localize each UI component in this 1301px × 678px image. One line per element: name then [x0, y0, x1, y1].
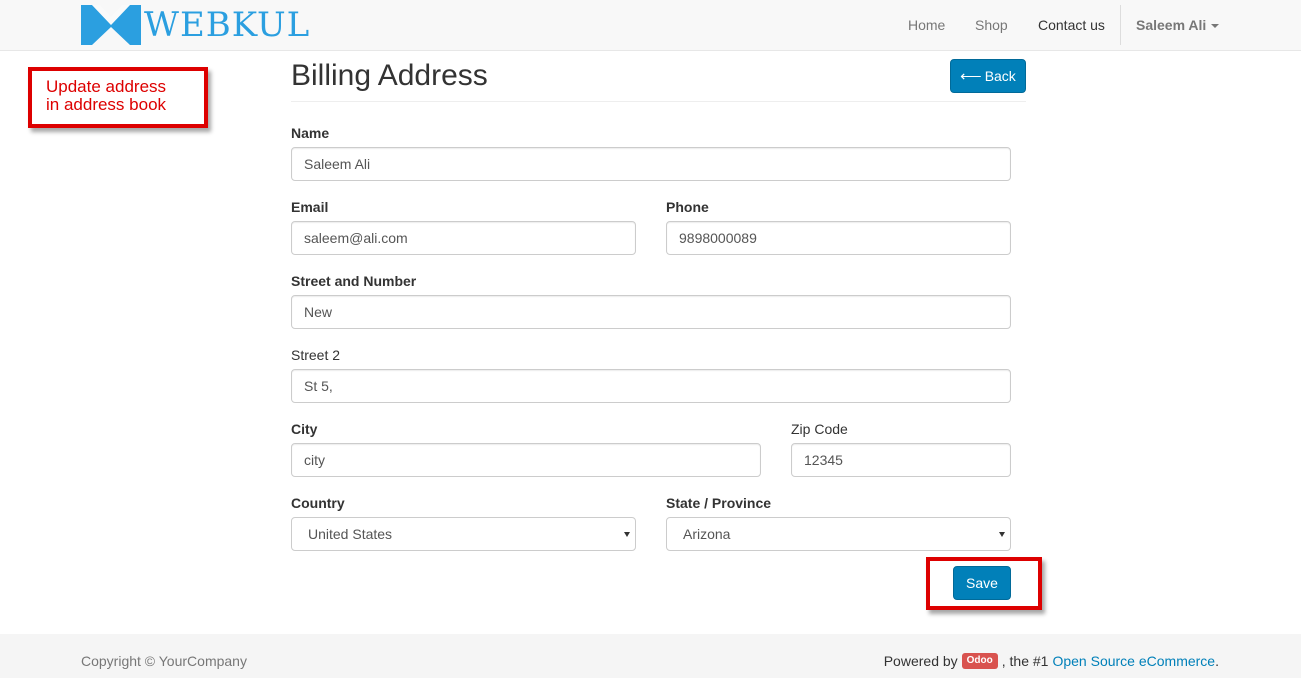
- name-field[interactable]: Saleem Ali: [291, 147, 1011, 181]
- logo-text: WEBKUL: [144, 5, 311, 45]
- page-title: Billing Address: [291, 59, 488, 92]
- state-select[interactable]: Arizona: [666, 517, 1011, 551]
- street-field[interactable]: New: [291, 295, 1011, 329]
- annotation-line-2: in address book: [46, 95, 167, 114]
- odoo-badge[interactable]: Odoo: [961, 653, 998, 669]
- powered-suffix: .: [1215, 653, 1219, 669]
- nav-item-shop[interactable]: Shop: [975, 0, 1008, 50]
- arrow-left-icon: ⟵: [960, 68, 982, 85]
- back-button[interactable]: ⟵ Back: [950, 59, 1026, 93]
- zip-field[interactable]: 12345: [791, 443, 1011, 477]
- nav-item-contact[interactable]: Contact us: [1038, 0, 1105, 50]
- webkul-logo-icon: [81, 5, 141, 45]
- save-button[interactable]: Save: [953, 566, 1011, 600]
- phone-field[interactable]: 9898000089: [666, 221, 1011, 255]
- email-field[interactable]: saleem@ali.com: [291, 221, 636, 255]
- user-menu-link[interactable]: Saleem Ali: [1136, 17, 1220, 33]
- powered-middle: , the #1: [1001, 653, 1049, 669]
- country-select[interactable]: United States: [291, 517, 636, 551]
- webkul-logo[interactable]: WEBKUL: [81, 5, 310, 45]
- user-menu[interactable]: Saleem Ali: [1136, 0, 1220, 50]
- nav-item-home[interactable]: Home: [908, 0, 945, 50]
- street-label: Street and Number: [291, 273, 417, 289]
- copyright-text: Copyright © YourCompany: [81, 653, 247, 669]
- user-name: Saleem Ali: [1136, 17, 1207, 33]
- header-divider: [291, 101, 1026, 102]
- nav-home-link[interactable]: Home: [908, 17, 945, 33]
- select-caret-icon: [999, 532, 1005, 537]
- powered-prefix: Powered by: [883, 653, 958, 669]
- back-button-label: Back: [984, 68, 1016, 84]
- name-label: Name: [291, 125, 330, 141]
- footer: Copyright © YourCompany Powered by Odoo …: [0, 634, 1301, 678]
- nav-contact-link[interactable]: Contact us: [1038, 17, 1105, 33]
- city-field[interactable]: city: [291, 443, 761, 477]
- country-selected-value: United States: [308, 526, 393, 542]
- nav-shop-link[interactable]: Shop: [975, 17, 1008, 33]
- caret-down-icon: [1211, 24, 1220, 29]
- annotation-line-1: Update address: [46, 77, 167, 96]
- phone-label: Phone: [666, 199, 709, 215]
- open-source-ecommerce-link[interactable]: Open Source eCommerce: [1052, 653, 1215, 669]
- zip-label: Zip Code: [791, 421, 848, 437]
- street2-label: Street 2: [291, 347, 341, 363]
- select-caret-icon: [624, 532, 630, 537]
- country-label: Country: [291, 495, 345, 511]
- street2-field[interactable]: St 5,: [291, 369, 1011, 403]
- city-label: City: [291, 421, 318, 437]
- email-label: Email: [291, 199, 329, 215]
- annotation-text: Update address in address book: [46, 78, 206, 114]
- powered-by: Powered by Odoo , the #1 Open Source eCo…: [884, 653, 1219, 669]
- state-label: State / Province: [666, 495, 772, 511]
- state-selected-value: Arizona: [683, 526, 731, 542]
- top-navbar: WEBKUL Home Shop Contact us Saleem Ali: [0, 0, 1301, 51]
- nav-divider: [1120, 5, 1121, 45]
